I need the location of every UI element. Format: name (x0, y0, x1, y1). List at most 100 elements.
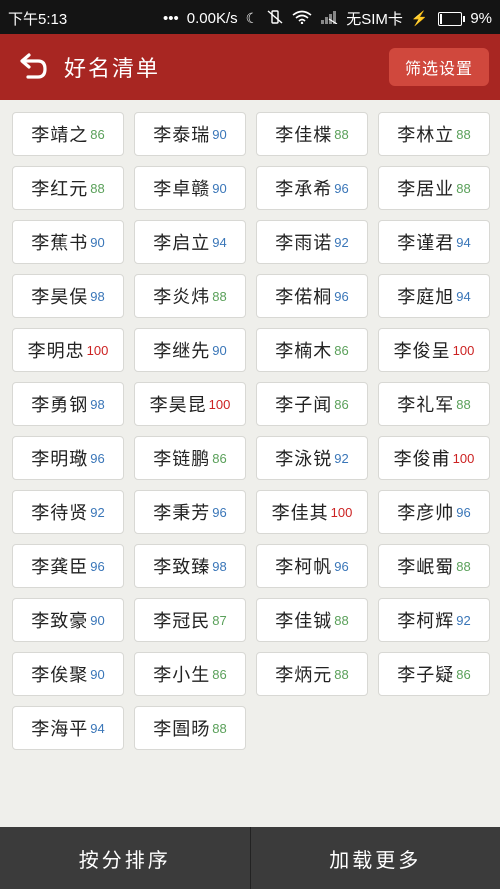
charging-icon: ⚡ (410, 10, 429, 26)
name-card[interactable]: 李承希 96 (256, 166, 368, 210)
bottom-bar: 按分排序 加载更多 (0, 827, 500, 889)
name-card[interactable]: 李海平 94 (12, 706, 124, 750)
name-card[interactable]: 李冠民 87 (134, 598, 246, 642)
name-text: 李彦帅 (397, 503, 455, 524)
name-card[interactable]: 李谨君 94 (378, 220, 490, 264)
name-card[interactable]: 李继先 90 (134, 328, 246, 372)
name-card[interactable]: 李子闻 86 (256, 382, 368, 426)
name-text: 李红元 (31, 179, 89, 200)
name-card[interactable]: 李勇钢 98 (12, 382, 124, 426)
name-score: 90 (212, 126, 227, 142)
name-card[interactable]: 李靖之 86 (12, 112, 124, 156)
name-text: 李庭旭 (397, 287, 455, 308)
name-text: 李昊俣 (31, 287, 89, 308)
name-card[interactable]: 李昊俣 98 (12, 274, 124, 318)
name-score: 100 (86, 342, 109, 358)
name-card[interactable]: 李秉芳 96 (134, 490, 246, 534)
name-card[interactable]: 李林立 88 (378, 112, 490, 156)
name-score: 96 (90, 558, 105, 574)
name-card[interactable]: 李泰瑞 90 (134, 112, 246, 156)
name-card[interactable]: 李红元 88 (12, 166, 124, 210)
name-card[interactable]: 李圄旸 88 (134, 706, 246, 750)
title-bar: 好名清单 筛选设置 (0, 34, 500, 100)
name-card[interactable]: 李明璥 96 (12, 436, 124, 480)
name-card[interactable]: 李俊甫 100 (378, 436, 490, 480)
name-text: 李偌桐 (275, 287, 333, 308)
name-card[interactable]: 李俊呈 100 (378, 328, 490, 372)
name-card[interactable]: 李佳楪 88 (256, 112, 368, 156)
name-text: 李致臻 (153, 557, 211, 578)
wifi-icon (292, 10, 312, 27)
name-card[interactable]: 李小生 86 (134, 652, 246, 696)
name-text: 李明忠 (27, 341, 85, 362)
name-score: 96 (334, 558, 349, 574)
signal-icon (320, 10, 338, 27)
name-card[interactable]: 李俟聚 90 (12, 652, 124, 696)
name-score: 96 (212, 504, 227, 520)
status-time: 下午5:13 (8, 11, 68, 28)
name-text: 李启立 (153, 233, 211, 254)
name-text: 李蕉书 (31, 233, 89, 254)
name-card[interactable]: 李待贤 92 (12, 490, 124, 534)
filter-settings-button[interactable]: 筛选设置 (389, 48, 489, 86)
name-score: 100 (452, 450, 475, 466)
name-score: 100 (452, 342, 475, 358)
name-card[interactable]: 李龚臣 96 (12, 544, 124, 588)
name-card[interactable]: 李致豪 90 (12, 598, 124, 642)
name-card[interactable]: 李佳铖 88 (256, 598, 368, 642)
name-card[interactable]: 李佳其 100 (256, 490, 368, 534)
name-score: 88 (456, 126, 471, 142)
name-score: 96 (334, 180, 349, 196)
name-score: 90 (90, 612, 105, 628)
name-card[interactable]: 李子疑 86 (378, 652, 490, 696)
name-text: 李俊呈 (393, 341, 451, 362)
name-card[interactable]: 李雨诺 92 (256, 220, 368, 264)
name-text: 李岷蜀 (397, 557, 455, 578)
name-text: 李待贤 (31, 503, 89, 524)
name-text: 李泰瑞 (153, 125, 211, 146)
name-card[interactable]: 李卓赣 90 (134, 166, 246, 210)
name-card[interactable]: 李链鹏 86 (134, 436, 246, 480)
name-card[interactable]: 李柯辉 92 (378, 598, 490, 642)
back-arrow-icon[interactable] (16, 52, 48, 82)
name-score: 90 (212, 342, 227, 358)
name-score: 86 (212, 666, 227, 682)
name-text: 李佳铖 (275, 611, 333, 632)
name-text: 李链鹏 (153, 449, 211, 470)
name-card[interactable]: 李蕉书 90 (12, 220, 124, 264)
name-card[interactable]: 李岷蜀 88 (378, 544, 490, 588)
name-card[interactable]: 李礼军 88 (378, 382, 490, 426)
load-more-button[interactable]: 加载更多 (251, 827, 500, 889)
status-bar: 下午5:13 ••• 0.00K/s ☾ 无SIM卡 ⚡ 9% (0, 0, 500, 34)
name-card[interactable]: 李炳元 88 (256, 652, 368, 696)
notification-dots: ••• (163, 10, 179, 27)
name-card[interactable]: 李炎炜 88 (134, 274, 246, 318)
name-score: 94 (456, 234, 471, 250)
name-score: 88 (334, 612, 349, 628)
name-card[interactable]: 李明忠 100 (12, 328, 124, 372)
name-text: 李继先 (153, 341, 211, 362)
name-card[interactable]: 李柯帆 96 (256, 544, 368, 588)
name-score: 88 (212, 288, 227, 304)
sort-by-score-button[interactable]: 按分排序 (0, 827, 250, 889)
name-score: 94 (90, 720, 105, 736)
name-card[interactable]: 李彦帅 96 (378, 490, 490, 534)
name-card[interactable]: 李居业 88 (378, 166, 490, 210)
name-text: 李居业 (397, 179, 455, 200)
name-card[interactable]: 李致臻 98 (134, 544, 246, 588)
name-score: 87 (212, 612, 227, 628)
name-card[interactable]: 李楠木 86 (256, 328, 368, 372)
name-card[interactable]: 李偌桐 96 (256, 274, 368, 318)
name-card[interactable]: 李泳锐 92 (256, 436, 368, 480)
name-card[interactable]: 李启立 94 (134, 220, 246, 264)
name-score: 94 (212, 234, 227, 250)
name-text: 李佳其 (271, 503, 329, 524)
name-text: 李昊昆 (149, 395, 207, 416)
name-text: 李礼军 (397, 395, 455, 416)
name-text: 李圄旸 (153, 719, 211, 740)
network-speed: 0.00K/s (186, 10, 238, 27)
name-card[interactable]: 李庭旭 94 (378, 274, 490, 318)
name-card[interactable]: 李昊昆 100 (134, 382, 246, 426)
name-score: 86 (334, 396, 349, 412)
name-text: 李谨君 (397, 233, 455, 254)
